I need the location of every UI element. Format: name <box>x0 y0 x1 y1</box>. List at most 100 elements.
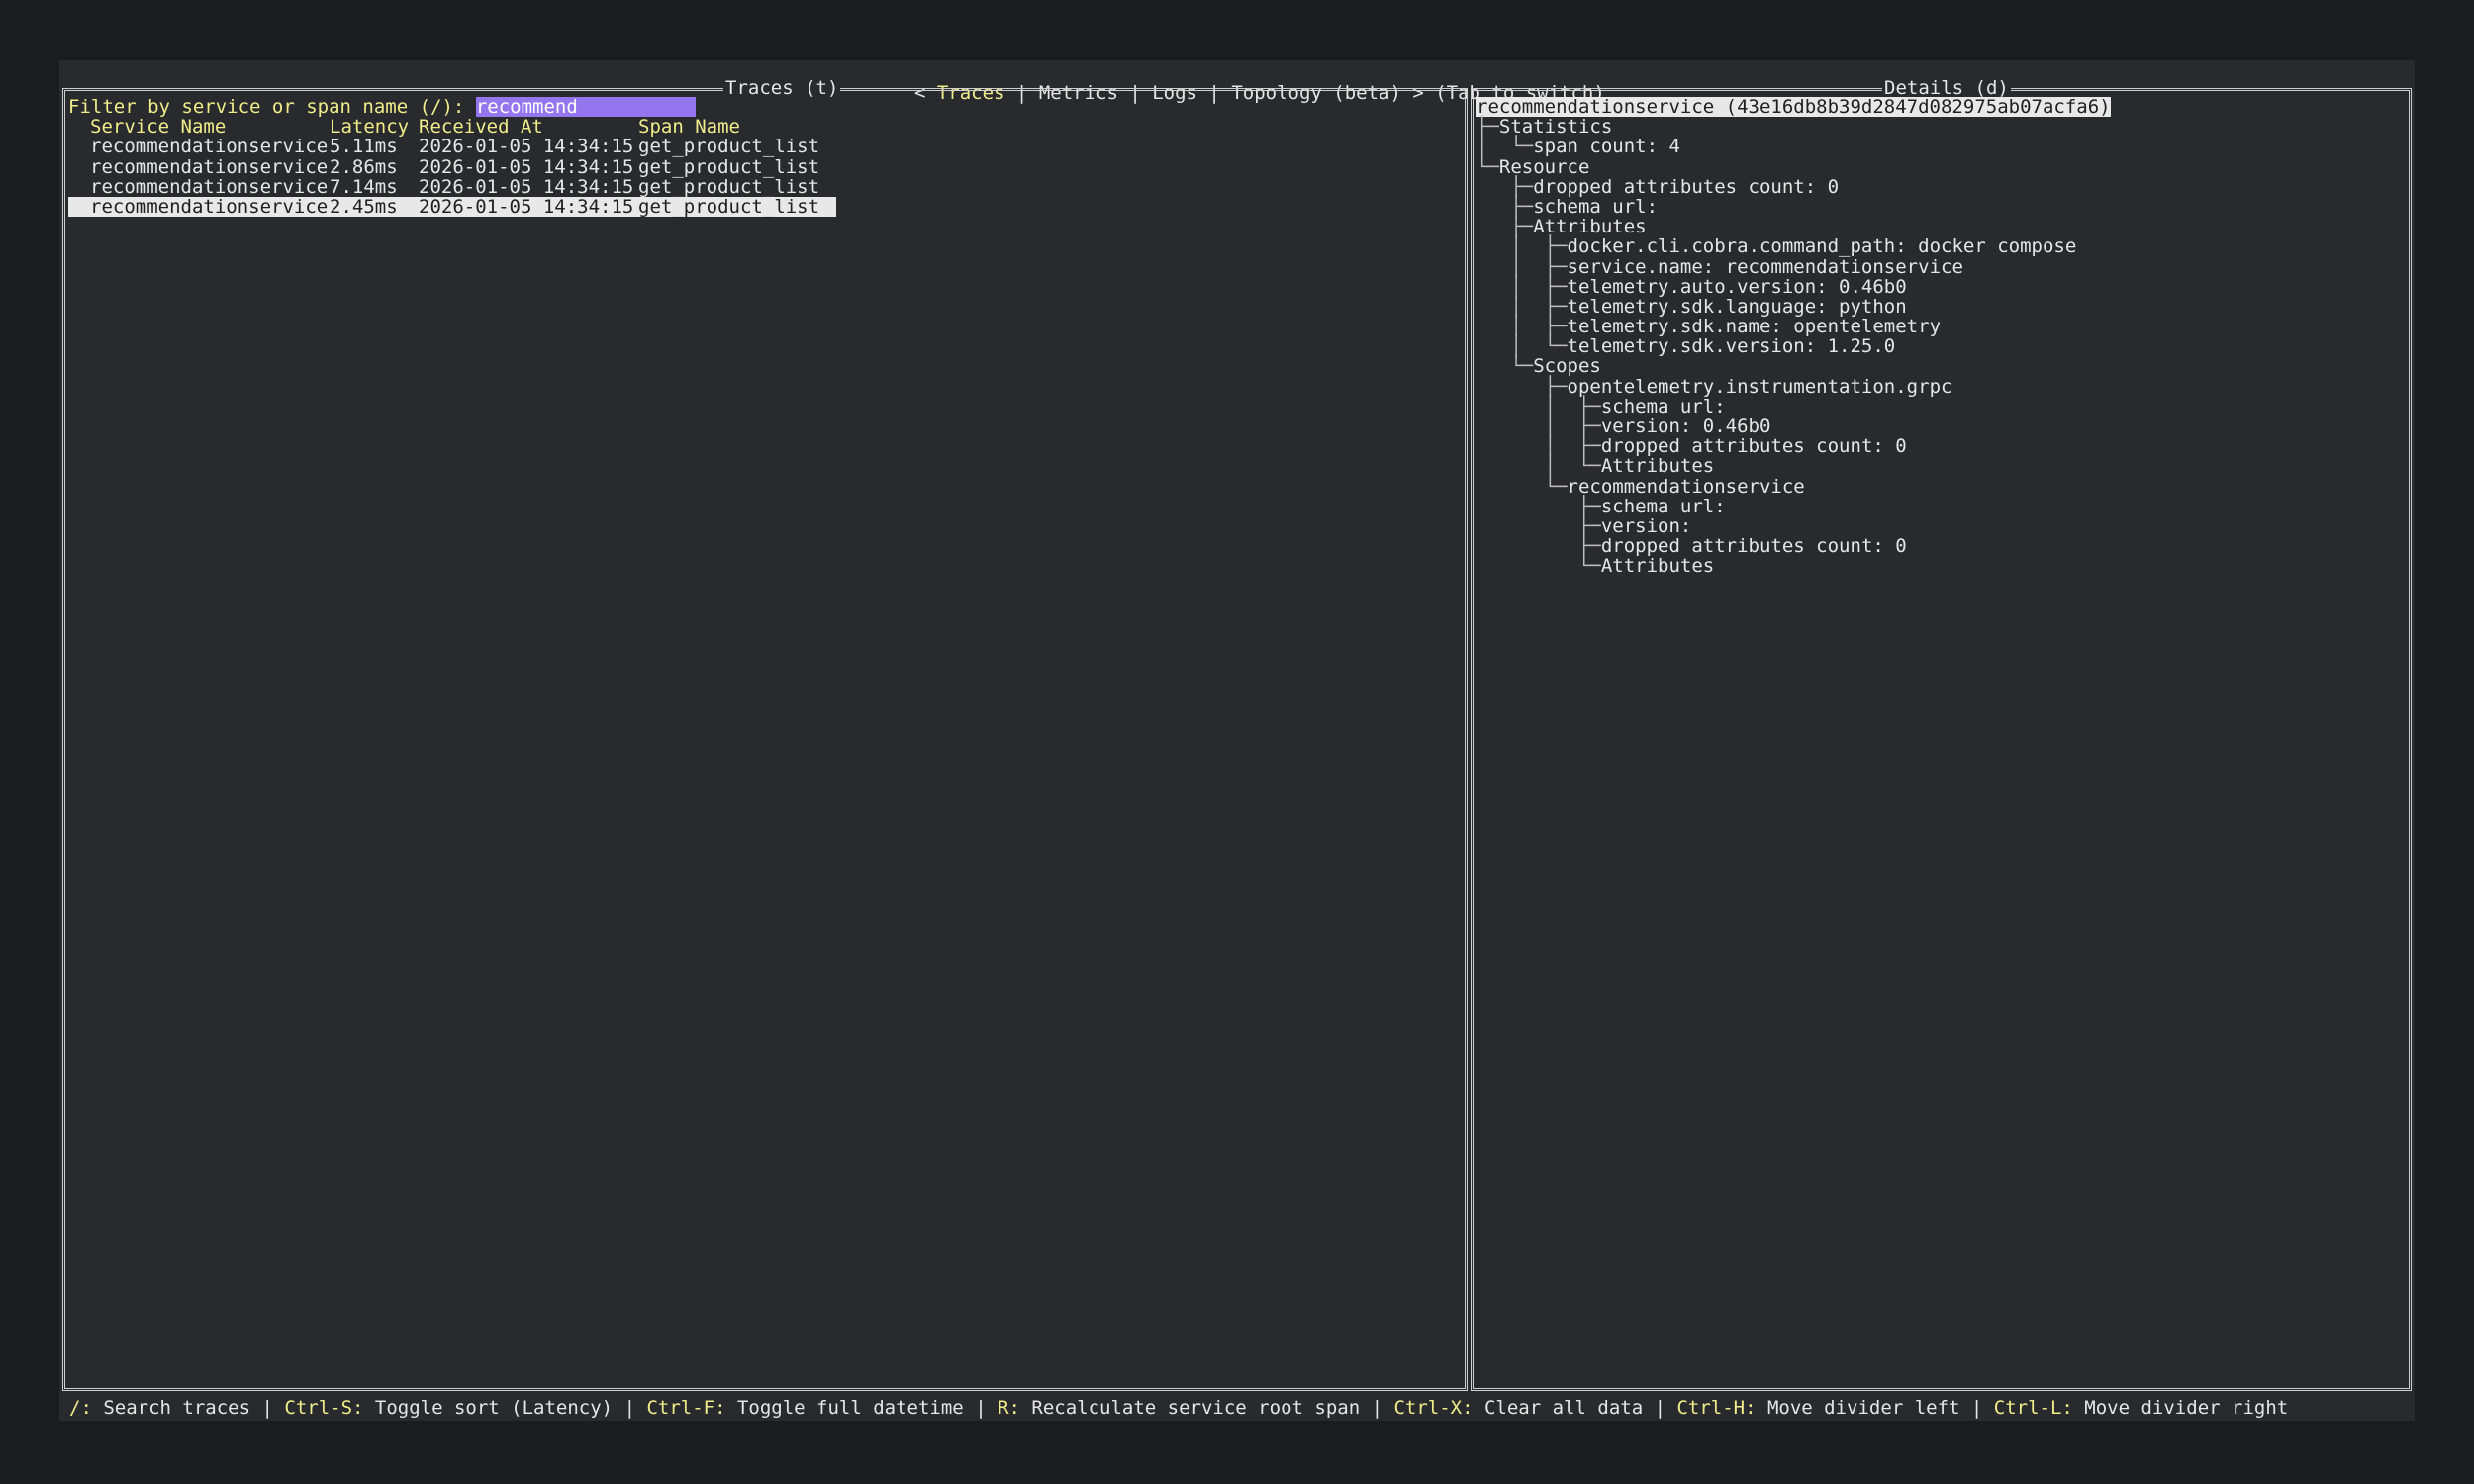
tree-connector: │ ├─ <box>1476 316 1568 338</box>
tree-node[interactable]: │ ├─ docker.cli.cobra.command_path: docke… <box>1476 236 2406 256</box>
tree-node[interactable]: ├─ version: <box>1476 516 2406 536</box>
column-header-service[interactable]: Service Name <box>90 117 330 137</box>
tree-connector: │ ├─ <box>1476 255 1568 278</box>
cell-received: 2026-01-05 14:34:15 <box>419 136 634 158</box>
tree-node-label: Statistics <box>1498 116 1613 139</box>
tree-node[interactable]: │ └─ Attributes <box>1476 456 2406 476</box>
cell-latency: 5.11ms <box>330 136 398 158</box>
tree-node-label: service.name: recommendationservice <box>1567 255 1963 278</box>
cell-latency: 2.86ms <box>330 155 398 178</box>
trace-title-row: recommendationservice (43e16db8b39d2847d… <box>1476 97 2406 118</box>
key-hints-footer: /: Search traces | Ctrl-S: Toggle sort (… <box>69 1397 2288 1419</box>
tree-connector: └─ <box>1476 355 1534 378</box>
key-hint-separator: | <box>250 1397 285 1419</box>
cell-latency: 7.14ms <box>330 175 398 198</box>
tree-node-label: schema url: <box>1600 495 1726 517</box>
tree-node[interactable]: └─ recommendationservice <box>1476 476 2406 496</box>
tree-node[interactable]: ├─ dropped attributes count: 0 <box>1476 177 2406 197</box>
traces-pane-title: Traces (t) <box>723 77 841 99</box>
tree-node[interactable]: └─ Scopes <box>1476 356 2406 376</box>
table-row-wrapper: recommendationservice2.45ms 2026-01-05 14… <box>68 197 1462 217</box>
tree-connector: ├─ <box>1476 216 1534 238</box>
details-pane-content: recommendationservice (43e16db8b39d2847d… <box>1476 97 2406 577</box>
tree-node-label: telemetry.sdk.language: python <box>1567 295 1907 318</box>
tree-node[interactable]: │ ├─ service.name: recommendationservice <box>1476 255 2406 278</box>
cell-service: recommendationservice <box>90 136 329 158</box>
tree-node[interactable]: │ ├─ dropped attributes count: 0 <box>1476 436 2406 456</box>
terminal-window: < Traces | Metrics | Logs | Topology (be… <box>59 60 2415 1421</box>
column-header-received[interactable]: Received At <box>419 117 638 137</box>
tree-connector: └─ <box>1476 555 1601 578</box>
tree-node[interactable]: │ ├─ version: 0.46b0 <box>1476 417 2406 436</box>
tree-node[interactable]: │ ├─ telemetry.sdk.language: python <box>1476 297 2406 317</box>
cell-span: get_product_list <box>638 195 820 218</box>
tree-connector: │ ├─ <box>1476 416 1601 437</box>
tree-node[interactable]: ├─ opentelemetry.instrumentation.grpc <box>1476 375 2406 398</box>
trace-table-body: recommendationservice5.11ms 2026-01-05 14… <box>68 137 1462 217</box>
tree-node-label: telemetry.sdk.name: opentelemetry <box>1567 316 1942 338</box>
table-row-wrapper: recommendationservice5.11ms 2026-01-05 14… <box>68 137 1462 156</box>
key-hint-separator: | <box>613 1397 647 1419</box>
tree-node[interactable]: │ ├─ telemetry.sdk.name: opentelemetry <box>1476 317 2406 336</box>
table-row-wrapper: recommendationservice7.14ms 2026-01-05 14… <box>68 177 1462 197</box>
column-header-latency[interactable]: Latency <box>330 117 419 137</box>
column-header-span[interactable]: Span Name <box>638 117 826 137</box>
tree-connector: │ └─ <box>1476 136 1534 158</box>
tree-node-label: docker.cli.cobra.command_path: docker co… <box>1567 235 2077 258</box>
tree-node[interactable]: └─ Attributes <box>1476 556 2406 576</box>
tree-node[interactable]: ├─ schema url: <box>1476 497 2406 516</box>
tree-connector: ├─ <box>1476 116 1499 139</box>
table-row[interactable]: recommendationservice5.11ms 2026-01-05 14… <box>68 137 1462 156</box>
key-hint-separator: | <box>1360 1397 1394 1419</box>
filter-input[interactable]: recommend <box>475 97 696 118</box>
cell-span: get_product_list <box>638 136 820 158</box>
cell-service: recommendationservice <box>90 195 329 218</box>
key-hint-separator: | <box>963 1397 999 1419</box>
tree-connector: ├─ <box>1476 375 1568 398</box>
tree-node[interactable]: │ └─ span count: 4 <box>1476 137 2406 156</box>
table-row[interactable]: recommendationservice2.45ms 2026-01-05 14… <box>68 197 836 217</box>
tree-node-label: opentelemetry.instrumentation.grpc <box>1567 375 1952 398</box>
traces-pane[interactable]: Traces (t) Filter by service or span nam… <box>62 78 1468 1391</box>
tree-node[interactable]: │ └─ telemetry.sdk.version: 1.25.0 <box>1476 336 2406 356</box>
tab-bar: < Traces | Metrics | Logs | Topology (be… <box>59 60 2415 104</box>
key-hint-description: Search traces <box>91 1397 251 1419</box>
key-hint-separator: | <box>1959 1397 1994 1419</box>
key-hint-description: Move divider left <box>1756 1397 1960 1419</box>
cell-latency: 2.45ms <box>330 195 398 218</box>
cell-received: 2026-01-05 14:34:15 <box>419 155 634 178</box>
tree-node[interactable]: ├─ Attributes <box>1476 217 2406 236</box>
key-hint-key: /: <box>69 1397 92 1419</box>
tree-connector: │ ├─ <box>1476 295 1568 318</box>
tree-node[interactable]: ├─ schema url: <box>1476 197 2406 217</box>
tree-node-label: telemetry.auto.version: 0.46b0 <box>1567 275 1907 298</box>
tree-node[interactable]: │ ├─ telemetry.auto.version: 0.46b0 <box>1476 275 2406 298</box>
tree-connector: │ └─ <box>1476 455 1601 478</box>
tree-connector: │ ├─ <box>1476 395 1601 417</box>
tree-node-label: dropped attributes count: 0 <box>1600 535 1907 558</box>
cell-span: get_product_list <box>638 175 820 198</box>
traces-pane-content: Filter by service or span name (/): reco… <box>68 97 1462 217</box>
tree-node-label: version: <box>1600 514 1692 537</box>
tree-node[interactable]: │ ├─ schema url: <box>1476 397 2406 417</box>
table-row[interactable]: recommendationservice2.86ms 2026-01-05 14… <box>68 155 1462 178</box>
tree-node[interactable]: ├─ Statistics <box>1476 117 2406 137</box>
tree-connector: │ └─ <box>1476 335 1568 358</box>
key-hint-key: R: <box>998 1397 1020 1419</box>
tree-connector: │ ├─ <box>1476 435 1601 458</box>
key-hint-description: Toggle full datetime <box>725 1397 964 1419</box>
trace-title[interactable]: recommendationservice (43e16db8b39d2847d… <box>1476 97 2111 118</box>
filter-label: Filter by service or span name (/): <box>68 96 465 118</box>
cell-received: 2026-01-05 14:34:15 <box>419 195 634 218</box>
table-row-wrapper: recommendationservice2.86ms 2026-01-05 14… <box>68 155 1462 178</box>
tree-node[interactable]: ├─ dropped attributes count: 0 <box>1476 536 2406 556</box>
tree-node[interactable]: └─ Resource <box>1476 155 2406 178</box>
tree-connector: └─ <box>1476 155 1499 178</box>
details-pane[interactable]: Details (d) recommendationservice (43e16… <box>1471 78 2412 1391</box>
tree-node-label: span count: 4 <box>1533 136 1680 158</box>
key-hint-description: Toggle sort (Latency) <box>363 1397 614 1419</box>
tree-node-label: telemetry.sdk.version: 1.25.0 <box>1567 335 1896 358</box>
tree-node-label: Resource <box>1498 155 1590 178</box>
key-hint-separator: | <box>1643 1397 1677 1419</box>
table-row[interactable]: recommendationservice7.14ms 2026-01-05 14… <box>68 177 1462 197</box>
